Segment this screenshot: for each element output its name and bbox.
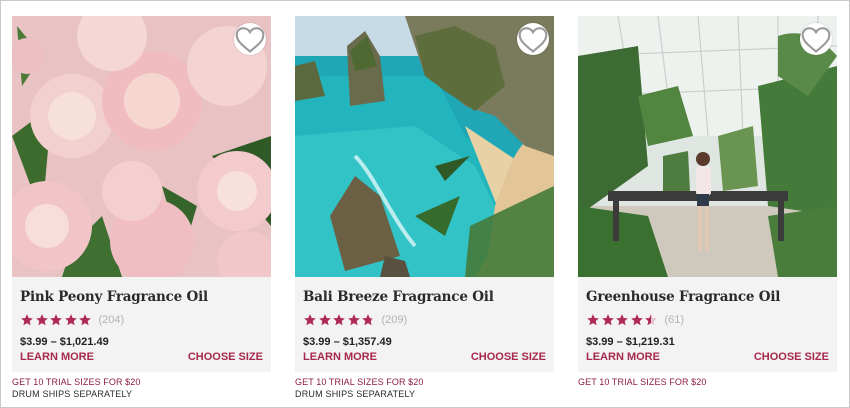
star-icon <box>333 314 345 326</box>
rating-count: (209) <box>381 314 408 326</box>
product-rating[interactable]: (204) <box>20 313 124 327</box>
star-icon <box>50 314 62 326</box>
learn-more-link[interactable]: LEARN MORE <box>20 351 94 363</box>
star-icon <box>645 314 657 326</box>
rating-count: (204) <box>98 314 125 326</box>
learn-more-link[interactable]: LEARN MORE <box>303 351 377 363</box>
heart-icon <box>801 26 831 53</box>
favorite-button[interactable] <box>234 23 266 55</box>
star-icon <box>318 314 331 326</box>
star-icon <box>587 314 599 326</box>
product-info-panel: Greenhouse Fragrance Oil (61) $3.99 – $1… <box>578 277 837 372</box>
trial-sizes-link[interactable]: GET 10 TRIAL SIZES FOR $20 <box>12 377 140 387</box>
favorite-button[interactable] <box>800 23 832 55</box>
star-icon <box>79 314 91 326</box>
star-icon <box>616 314 628 326</box>
heart-icon <box>235 26 265 53</box>
product-price: $3.99 – $1,021.49 <box>20 336 109 348</box>
star-icon <box>601 314 614 326</box>
product-image-greenhouse[interactable] <box>578 16 837 277</box>
product-title[interactable]: Pink Peony Fragrance Oil <box>20 289 208 305</box>
product-price: $3.99 – $1,219.31 <box>586 336 675 348</box>
product-info-panel: Bali Breeze Fragrance Oil (209) $3.99 – … <box>295 277 554 372</box>
rating-stars <box>20 313 93 327</box>
product-price: $3.99 – $1,357.49 <box>303 336 392 348</box>
product-rating[interactable]: (61) <box>586 313 684 327</box>
drum-shipping-note: DRUM SHIPS SEPARATELY <box>12 389 133 399</box>
rating-stars <box>586 313 659 327</box>
product-image-bali-breeze[interactable] <box>295 16 554 277</box>
product-info-panel: Pink Peony Fragrance Oil (204) $3.99 – $… <box>12 277 271 372</box>
product-title[interactable]: Bali Breeze Fragrance Oil <box>303 289 494 305</box>
product-rating[interactable]: (209) <box>303 313 407 327</box>
trial-sizes-link[interactable]: GET 10 TRIAL SIZES FOR $20 <box>578 377 706 387</box>
learn-more-link[interactable]: LEARN MORE <box>586 351 660 363</box>
rating-count: (61) <box>664 314 685 326</box>
trial-sizes-link[interactable]: GET 10 TRIAL SIZES FOR $20 <box>295 377 423 387</box>
star-icon <box>304 314 316 326</box>
drum-shipping-note: DRUM SHIPS SEPARATELY <box>295 389 416 399</box>
star-icon <box>21 314 33 326</box>
product-image-pink-peony[interactable] <box>12 16 271 277</box>
choose-size-button[interactable]: CHOOSE SIZE <box>754 351 829 363</box>
star-icon <box>362 314 374 326</box>
choose-size-button[interactable]: CHOOSE SIZE <box>188 351 263 363</box>
heart-icon <box>518 26 548 53</box>
product-title[interactable]: Greenhouse Fragrance Oil <box>586 289 780 305</box>
product-grid: Pink Peony Fragrance Oil (204) $3.99 – $… <box>0 0 850 408</box>
star-icon <box>35 314 48 326</box>
rating-stars <box>303 313 376 327</box>
star-icon <box>347 314 360 326</box>
favorite-button[interactable] <box>517 23 549 55</box>
star-icon <box>64 314 77 326</box>
star-icon <box>630 314 643 326</box>
choose-size-button[interactable]: CHOOSE SIZE <box>471 351 546 363</box>
